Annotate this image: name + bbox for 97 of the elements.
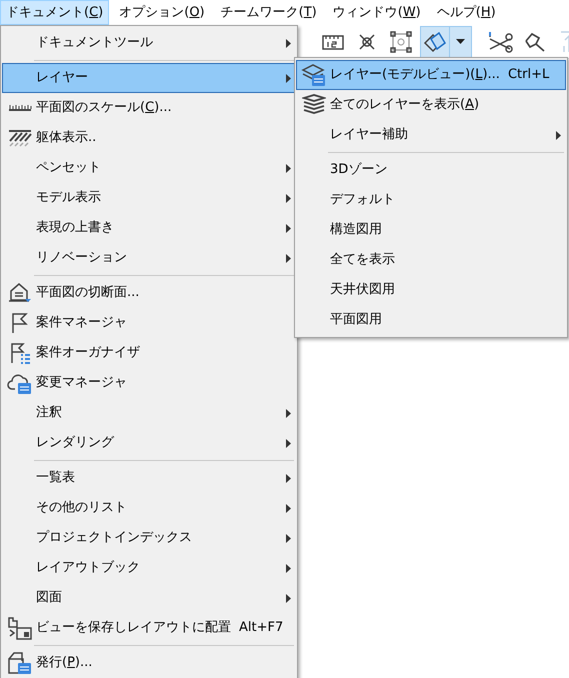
submenu-arrow-icon <box>286 564 290 572</box>
menu-item-label: 変更マネージャ <box>36 374 127 392</box>
menu-item-label: 注釈 <box>36 404 62 422</box>
menu-item[interactable]: レンダリング <box>2 428 296 458</box>
submenu-arrow-icon <box>286 504 290 512</box>
menu-item[interactable]: レイヤー(モデルビュー)(L)... Ctrl+L <box>296 60 566 90</box>
flag-icon <box>10 312 30 334</box>
menu-item[interactable]: 発行(P)... <box>2 648 296 678</box>
submenu-arrow-icon <box>286 194 290 202</box>
menu-item-label: その他のリスト <box>36 499 127 517</box>
menu-item-label: レイヤー(モデルビュー)(L)... <box>330 66 500 84</box>
menu-item[interactable]: モデル表示 <box>2 183 296 213</box>
menu-item[interactable]: 変更マネージャ <box>2 368 296 398</box>
menu-item[interactable]: レイヤー <box>2 63 296 93</box>
submenu-arrow-icon <box>286 254 290 262</box>
menu-item-label: ドキュメントツール <box>36 34 153 52</box>
menu-item[interactable]: デフォルト <box>296 185 566 215</box>
house-section-icon <box>8 282 32 304</box>
menu-item[interactable]: 注釈 <box>2 398 296 428</box>
menu-item[interactable]: 平面図用 <box>296 305 566 335</box>
menu-item[interactable]: リノベーション <box>2 243 296 273</box>
menu-item[interactable]: 平面図の切断面... <box>2 278 296 308</box>
submenu-arrow-icon <box>286 164 290 172</box>
menu-item-label: 平面図の切断面... <box>36 284 140 302</box>
menu-item-label: 一覧表 <box>36 469 75 487</box>
menu-item[interactable]: 図面 <box>2 583 296 613</box>
submenu-arrow-icon <box>286 534 290 542</box>
shortcut-label: Alt+F7 <box>239 619 284 637</box>
menu-item-label: 表現の上書き <box>36 219 114 237</box>
ruler-icon <box>8 103 32 113</box>
flag-list-icon <box>8 342 30 364</box>
menu-item-label: 天井伏図用 <box>330 281 395 299</box>
menu-item-label: 案件オーガナイザ <box>36 344 140 362</box>
menu-item-label: 発行(P)... <box>36 654 92 672</box>
submenu-arrow-icon <box>286 224 290 232</box>
menu-item-label: 全てのレイヤーを表示(A) <box>330 96 480 114</box>
menubar-item[interactable]: ドキュメント(C) <box>0 0 110 25</box>
menu-item[interactable]: 全てを表示 <box>296 245 566 275</box>
menu-item[interactable]: 平面図のスケール(C)... <box>2 93 296 123</box>
menu-item[interactable]: 表現の上書き <box>2 213 296 243</box>
menu-item-label: 案件マネージャ <box>36 314 127 332</box>
adjust-tool-icon <box>523 30 547 52</box>
publish-icon <box>6 651 32 675</box>
menu-item-label: レイアウトブック <box>36 559 140 577</box>
menu-item-label: 全てを表示 <box>330 251 395 269</box>
menu-item[interactable]: 天井伏図用 <box>296 275 566 305</box>
submenu-arrow-icon <box>286 74 290 82</box>
menu-item[interactable]: レイヤー補助 <box>296 120 566 150</box>
submenu-arrow-icon <box>556 130 560 140</box>
menu-item-label: 構造図用 <box>330 221 382 239</box>
layer-stack-icon <box>302 93 326 117</box>
menu-item-label: 図面 <box>36 589 62 607</box>
submenu-arrow-icon <box>286 38 290 48</box>
menu-item[interactable]: 躯体表示.. <box>2 123 296 153</box>
menu-item[interactable]: その他のリスト <box>2 493 296 523</box>
submenu-arrow-icon <box>286 408 290 418</box>
menu-item[interactable]: ドキュメントツール <box>2 28 296 58</box>
cross-node-icon <box>357 32 377 52</box>
menu-item[interactable]: レイアウトブック <box>2 553 296 583</box>
menu-item-label: 平面図のスケール(C)... <box>36 99 172 117</box>
selection-frame-icon <box>389 30 413 54</box>
menubar-item[interactable]: チームワーク(T) <box>214 0 323 25</box>
menu-item-label: レンダリング <box>36 434 114 452</box>
menu-item-label: ビューを保存しレイアウトに配置 <box>36 619 231 637</box>
scissors-icon <box>488 30 514 52</box>
menu-item-label: 躯体表示.. <box>36 129 96 147</box>
menu-item-label: モデル表示 <box>36 189 101 207</box>
shortcut-label: Ctrl+L <box>508 66 550 84</box>
menu-item[interactable]: 全てのレイヤーを表示(A) <box>296 90 566 120</box>
menu-item-label: 3Dゾーン <box>330 161 388 179</box>
submenu-arrow-icon <box>286 474 290 482</box>
menu-item[interactable]: 構造図用 <box>296 215 566 245</box>
menubar-item[interactable]: ヘルプ(H) <box>430 0 502 25</box>
menu-item-label: レイヤー補助 <box>330 126 408 144</box>
view-to-layout-icon <box>6 616 32 640</box>
menu-item[interactable]: ペンセット <box>2 153 296 183</box>
menu-item[interactable]: 一覧表 <box>2 463 296 493</box>
menu-item[interactable]: 案件マネージャ <box>2 308 296 338</box>
caret-icon <box>456 39 465 44</box>
menu-item-label: リノベーション <box>36 249 127 267</box>
submenu-arrow-icon <box>286 438 290 448</box>
menu-item-label: プロジェクトインデックス <box>36 529 192 547</box>
menu-item-label: 平面図用 <box>330 311 382 329</box>
hatch-icon <box>8 129 32 147</box>
menubar-item[interactable]: ウィンドウ(W) <box>326 0 427 25</box>
menu-item-label: レイヤー <box>36 69 88 87</box>
scale-ruler-icon <box>322 32 344 50</box>
layers-diamond-icon <box>423 30 447 52</box>
menu-item-label: デフォルト <box>330 191 395 209</box>
menu-item[interactable]: ビューを保存しレイアウトに配置 Alt+F7 <box>2 613 296 643</box>
menu-item[interactable]: プロジェクトインデックス <box>2 523 296 553</box>
menubar-item[interactable]: オプション(O) <box>113 0 211 25</box>
menu-item[interactable]: 3Dゾーン <box>296 155 566 185</box>
submenu-arrow-icon <box>286 594 290 602</box>
menu-item-label: ペンセット <box>36 159 101 177</box>
menu-item[interactable]: 案件オーガナイザ <box>2 338 296 368</box>
layer-table-icon <box>300 63 326 87</box>
